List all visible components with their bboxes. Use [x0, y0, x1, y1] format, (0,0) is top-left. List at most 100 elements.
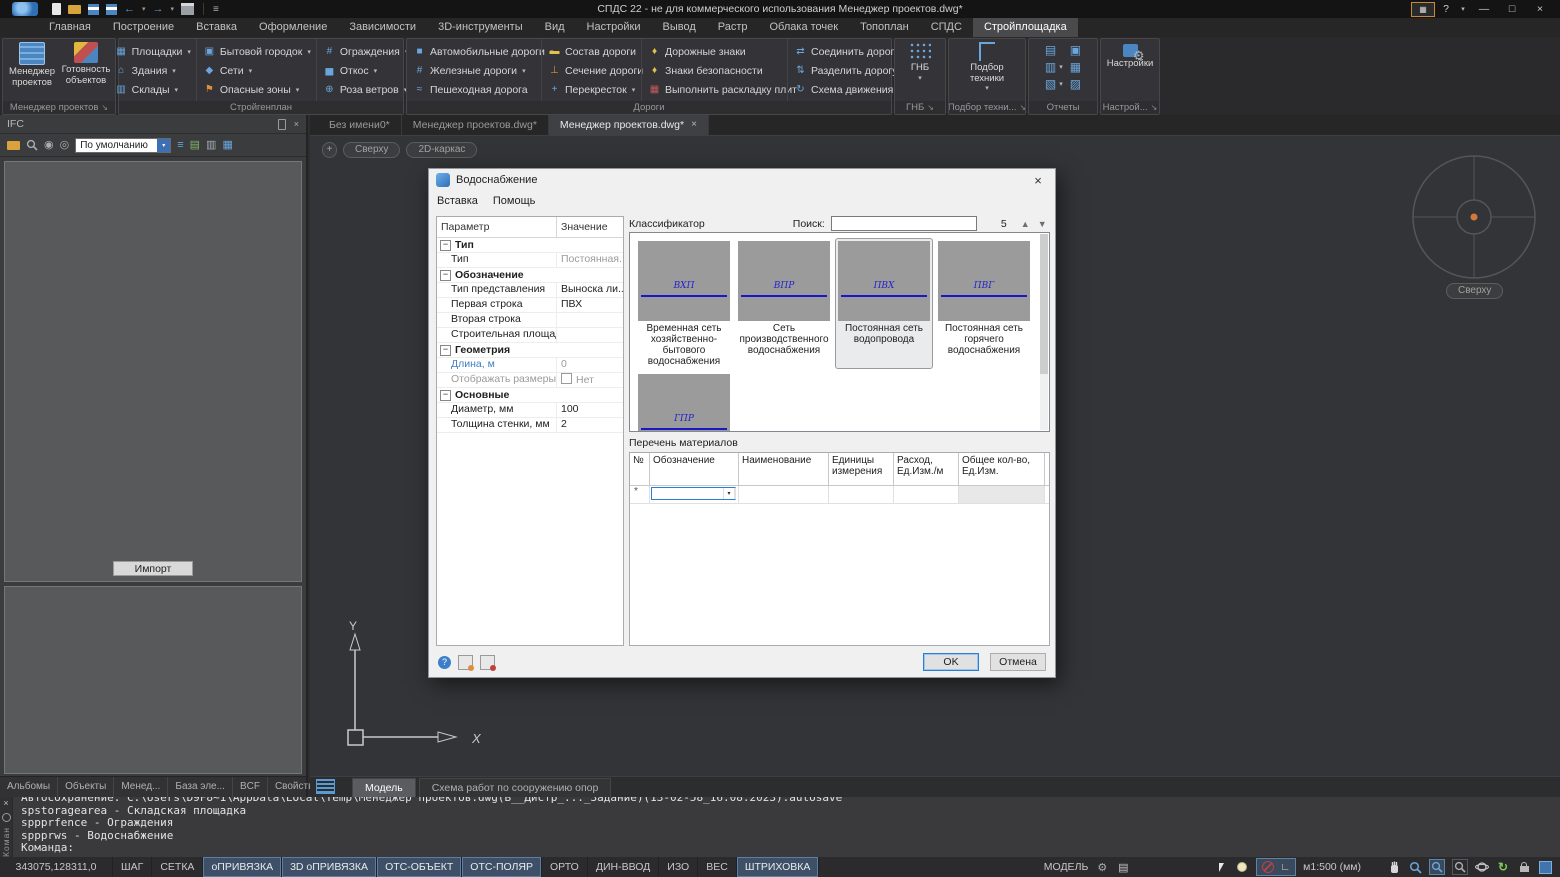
crossroad-button[interactable]: + Перекресток ▾	[548, 81, 636, 98]
networks-button[interactable]: ◆ Сети ▾	[203, 62, 311, 79]
import-objects-icon[interactable]: ▤	[190, 139, 200, 151]
dialog-launcher-icon[interactable]: ↘	[1151, 103, 1158, 112]
scrollbar-thumb[interactable]	[1040, 234, 1048, 374]
param-row-wall-thickness[interactable]: Толщина стенки, мм 2	[437, 418, 623, 433]
cancel-button[interactable]: Отмена	[990, 653, 1046, 671]
materials-new-row[interactable]: * ▾	[630, 486, 1049, 504]
ifc-settings-icon[interactable]: ▦	[222, 139, 232, 151]
export-objects-icon[interactable]: ▥	[206, 139, 216, 151]
help-button[interactable]: ?	[1439, 3, 1453, 15]
dialog-close-icon[interactable]: ×	[1028, 173, 1048, 188]
checkbox[interactable]	[561, 373, 572, 384]
close-panel-icon[interactable]: ×	[294, 119, 299, 130]
buildings-button[interactable]: ⌂ Здания ▾	[115, 62, 191, 79]
param-row-first-line[interactable]: Первая строка ПВХ	[437, 298, 623, 313]
areas-button[interactable]: ▦ Площадки ▾	[115, 43, 190, 60]
undo-icon[interactable]: ←	[124, 3, 135, 15]
panel-tab-bcf[interactable]: BCF	[233, 777, 268, 797]
undo-caret-icon[interactable]: ▾	[142, 5, 146, 13]
fullscreen-icon[interactable]	[1538, 860, 1552, 874]
view-direction-button[interactable]: Сверху	[343, 142, 401, 158]
annotation-scale-value[interactable]: м1:500 (мм)	[1303, 861, 1361, 873]
menu-help[interactable]: Помощь	[493, 195, 536, 207]
wind-rose-button[interactable]: ⊕Роза ветров▾	[323, 81, 409, 98]
dialog-launcher-icon[interactable]: ↘	[1019, 103, 1025, 112]
param-row-length[interactable]: Длина, м0	[437, 358, 623, 373]
toggle-iso[interactable]: ИЗО	[659, 857, 699, 877]
panel-tab-objects[interactable]: Объекты	[58, 777, 115, 797]
hide-all-icon[interactable]: ◎	[60, 139, 70, 151]
plate-layout-button[interactable]: ▦ Выполнить раскладку плит	[648, 81, 797, 98]
collapse-icon[interactable]: −	[440, 344, 451, 356]
view-mode-select[interactable]: По умолчанию ▾	[75, 137, 172, 153]
classifier-item-vpr[interactable]: ВПР Сеть производственного водоснабжения	[735, 238, 833, 369]
toggle-grid[interactable]: СЕТКА	[152, 857, 204, 877]
command-history[interactable]: Автосохранение: C:\Users\D9F8~1\AppData\…	[13, 797, 1560, 857]
footpath-button[interactable]: ≈ Пешеходная дорога	[413, 81, 536, 98]
report-buildings-button[interactable]: ▧ ▾	[1045, 78, 1063, 91]
sort-icon[interactable]: ≡	[177, 139, 183, 151]
auto-roads-button[interactable]: ■ Автомобильные дороги ▾	[413, 43, 553, 60]
ifc-tree-area[interactable]: Импорт	[4, 161, 302, 582]
help-caret-icon[interactable]: ▾	[1458, 5, 1468, 13]
report-snapshot-button[interactable]: ▣	[1070, 44, 1081, 57]
pan-icon[interactable]	[1387, 860, 1401, 874]
report-grid-button[interactable]: ▨	[1070, 78, 1081, 91]
save-all-icon[interactable]	[106, 3, 117, 15]
report-table-button[interactable]: ▦	[1070, 61, 1081, 74]
panel-tab-albums[interactable]: Альбомы	[0, 777, 59, 797]
redo-caret-icon[interactable]: ▾	[171, 5, 175, 13]
print-icon[interactable]	[181, 3, 195, 15]
settings-button[interactable]: ⚙ Настройки	[1103, 39, 1157, 101]
param-group-main[interactable]: − Основные	[437, 388, 623, 403]
slope-button[interactable]: ▅ Откос ▾	[323, 62, 409, 79]
road-section-button[interactable]: ⊥ Сечение дороги	[548, 62, 643, 79]
danger-zones-button[interactable]: ⚑ Опасные зоны ▾	[203, 81, 311, 98]
toggle-object-tracking[interactable]: ОТС-ОБЪЕКТ	[377, 857, 463, 877]
layout-tab-scheme[interactable]: Схема работ по сооружению опор	[418, 778, 612, 797]
toggle-ortho[interactable]: ОРТО	[542, 857, 588, 877]
import-button[interactable]: Импорт	[113, 560, 193, 576]
viewport-plus-button[interactable]: +	[322, 142, 337, 158]
dialog-launcher-icon[interactable]: ↘	[927, 103, 934, 112]
toggle-dynamic-input[interactable]: ДИН-ВВОД	[588, 857, 660, 877]
collapse-icon[interactable]: −	[440, 239, 451, 251]
tab-postroenie[interactable]: Построение	[102, 18, 185, 37]
model-space-label[interactable]: МОДЕЛЬ	[1044, 861, 1089, 873]
param-group-geometry[interactable]: − Геометрия	[437, 343, 623, 358]
close-icon[interactable]: ×	[3, 799, 8, 808]
ifc-properties-area[interactable]	[4, 585, 302, 774]
pin-icon[interactable]	[1, 813, 11, 822]
orbit-icon[interactable]	[1475, 860, 1489, 874]
menu-insert[interactable]: Вставка	[437, 195, 478, 207]
doc-tab-manager-1[interactable]: Менеджер проектов.dwg*	[402, 115, 549, 135]
tab-nastroyki[interactable]: Настройки	[576, 18, 652, 37]
fences-button[interactable]: #Ограждения▾	[323, 43, 409, 60]
join-roads-button[interactable]: ⇄ Соединить дороги	[794, 43, 900, 60]
object-readiness-button[interactable]: Готовность объектов	[59, 39, 113, 101]
toggle-snap-step[interactable]: ШАГ	[113, 857, 153, 877]
designation-combobox[interactable]: ▾	[651, 487, 736, 500]
classifier-item-pvh-selected[interactable]: ПВХ Постоянная сеть водопровода	[835, 238, 933, 369]
prev-result-icon[interactable]: ▲	[1021, 219, 1030, 229]
classifier-item-pvg[interactable]: ПВГ Постоянная сеть горячего водоснабжен…	[935, 238, 1033, 369]
param-group-type[interactable]: − Тип	[437, 238, 623, 253]
chevron-down-icon[interactable]: ▾	[157, 138, 171, 152]
search-icon[interactable]	[26, 139, 38, 151]
pin-icon[interactable]	[277, 118, 286, 130]
panel-tab-element-base[interactable]: База эле...	[168, 777, 233, 797]
report-objects-button[interactable]: ▥ ▾	[1045, 61, 1063, 74]
tab-spds[interactable]: СПДС	[920, 18, 973, 37]
layout-tab-model[interactable]: Модель	[352, 778, 416, 797]
machinery-selection-button[interactable]: Подбор техники ▾	[954, 39, 1020, 101]
split-road-button[interactable]: ⇅ Разделить дорогу	[794, 62, 897, 79]
tab-oblaka-tochek[interactable]: Облака точек	[759, 18, 850, 37]
save-icon[interactable]	[88, 3, 99, 15]
layout-list-icon[interactable]	[316, 779, 335, 794]
annotation-visibility-icon[interactable]	[1262, 861, 1275, 873]
classifier-item-gpr[interactable]: ГПР	[635, 371, 733, 431]
traffic-scheme-button[interactable]: ↻ Схема движения	[794, 81, 893, 98]
tab-zavisimosti[interactable]: Зависимости	[338, 18, 427, 37]
workspace-gear-icon[interactable]: ⚙	[1095, 860, 1109, 874]
qat-customize-icon[interactable]: ≡	[213, 4, 219, 15]
